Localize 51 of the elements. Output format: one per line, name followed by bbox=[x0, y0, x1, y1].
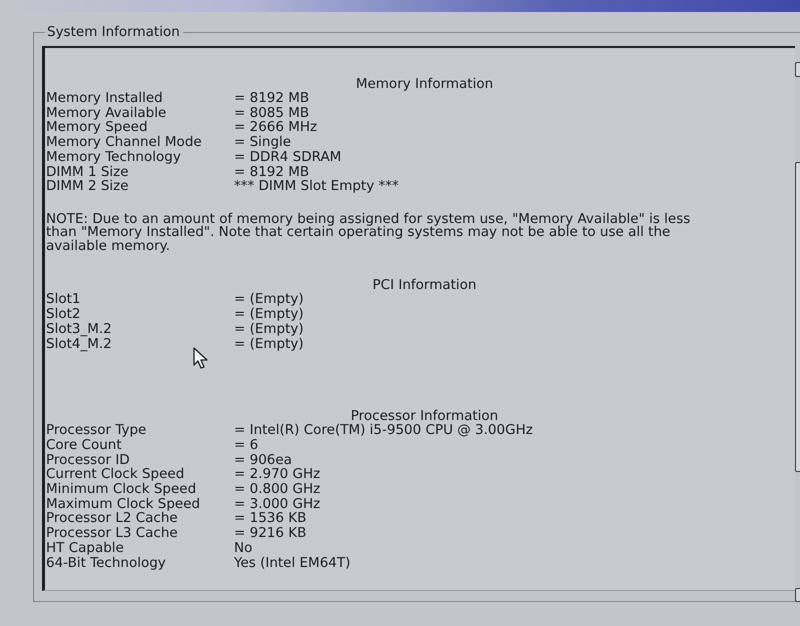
scroll-down-button[interactable] bbox=[795, 588, 800, 602]
info-label: HT Capable bbox=[46, 540, 124, 556]
info-label: Processor L3 Cache bbox=[46, 526, 178, 541]
info-value: *** DIMM Slot Empty *** bbox=[234, 179, 399, 194]
info-value: = 9216 KB bbox=[234, 526, 306, 541]
info-value: = 8085 MB bbox=[234, 106, 310, 120]
info-label: Current Clock Speed bbox=[46, 467, 184, 482]
info-label: Processor Type bbox=[46, 423, 146, 438]
info-label: Slot2 bbox=[46, 307, 80, 322]
info-value: Yes (Intel EM64T) bbox=[234, 556, 350, 570]
window-title: System Information bbox=[46, 24, 181, 40]
info-label: Processor ID bbox=[46, 452, 130, 468]
info-label: Memory Channel Mode bbox=[46, 135, 202, 150]
memory-note: NOTE: Due to an amount of memory being assigned for system use, "Memory Available" is less than "Memory Installed". Note that certain operating systems may not be able to use all the available memory. bbox=[46, 212, 692, 254]
section-heading: Memory Information bbox=[354, 78, 494, 91]
info-label: DIMM 1 Size bbox=[46, 164, 129, 180]
info-value: = Intel(R) Core(TM) i5-9500 CPU @ 3.00GHz bbox=[234, 423, 533, 438]
scrollbar-thumb[interactable] bbox=[795, 162, 800, 472]
info-value: = (Empty) bbox=[234, 336, 304, 352]
info-value: = 6 bbox=[234, 438, 258, 453]
info-value: = (Empty) bbox=[234, 292, 304, 308]
info-value: = Single bbox=[234, 135, 292, 150]
info-value: = 0.800 GHz bbox=[234, 482, 320, 497]
info-value: No bbox=[234, 540, 252, 556]
info-label: Slot1 bbox=[46, 292, 80, 308]
info-label: Slot3_M.2 bbox=[46, 322, 112, 337]
info-label: Memory Speed bbox=[46, 120, 148, 136]
info-value: = 2.970 GHz bbox=[234, 467, 320, 482]
info-label: Memory Installed bbox=[46, 91, 163, 106]
mouse-pointer-icon bbox=[193, 347, 210, 369]
info-value: = 1536 KB bbox=[234, 511, 306, 526]
info-value: = 8192 MB bbox=[234, 164, 310, 180]
info-value: = 2666 MHz bbox=[234, 120, 318, 136]
info-value: = (Empty) bbox=[234, 322, 304, 337]
info-value: = DDR4 SDRAM bbox=[234, 150, 342, 165]
info-label: Minimum Clock Speed bbox=[46, 482, 196, 497]
info-label: Processor L2 Cache bbox=[46, 511, 178, 526]
info-label: Memory Available bbox=[46, 106, 166, 120]
info-value: = (Empty) bbox=[234, 307, 304, 322]
info-value: = 3.000 GHz bbox=[234, 496, 320, 512]
info-label: Slot4_M.2 bbox=[46, 336, 112, 352]
info-label: 64-Bit Technology bbox=[46, 556, 166, 570]
info-label: Core Count bbox=[46, 438, 122, 453]
info-label: DIMM 2 Size bbox=[46, 179, 129, 194]
section-heading: Processor Information bbox=[350, 410, 498, 424]
info-label: Maximum Clock Speed bbox=[46, 496, 200, 512]
info-value: = 906ea bbox=[234, 452, 292, 468]
section-heading: PCI Information bbox=[372, 279, 476, 292]
scroll-up-button[interactable] bbox=[795, 62, 800, 77]
info-value: = 8192 MB bbox=[234, 91, 310, 106]
info-label: Memory Technology bbox=[46, 150, 181, 165]
